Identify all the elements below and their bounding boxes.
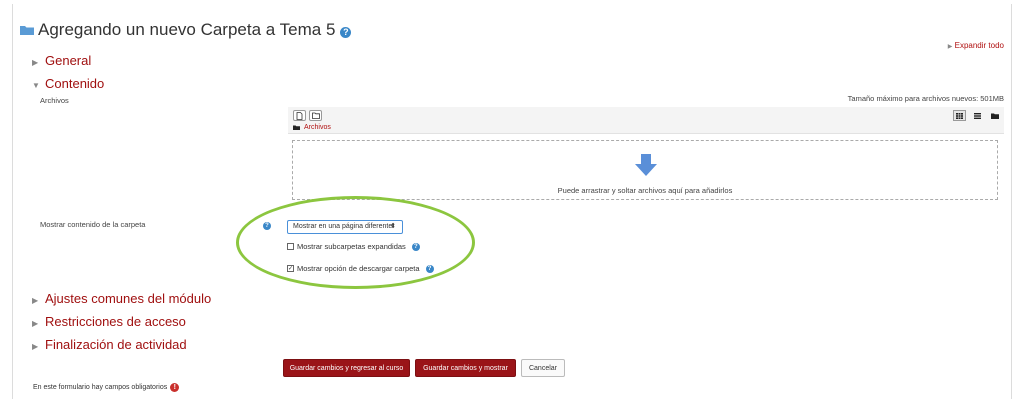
dropzone-text: Puede arrastrar y soltar archivos aquí p… — [557, 186, 733, 195]
list-icon — [974, 112, 981, 119]
section-restricciones[interactable]: ▶ Restricciones de acceso — [32, 314, 186, 329]
section-general[interactable]: ▶ General — [32, 53, 91, 68]
help-icon[interactable]: ? — [340, 26, 352, 38]
create-folder-button[interactable] — [309, 110, 322, 121]
download-arrow-icon — [635, 154, 657, 176]
section-ajustes-label: Ajustes comunes del módulo — [45, 291, 212, 306]
required-note-text: En este formulario hay campos obligatori… — [33, 384, 168, 391]
page-title-text: Agregando un nuevo Carpeta a Tema 5 — [38, 20, 336, 39]
caret-right-icon: ▶ — [32, 58, 39, 67]
caret-right-icon: ▶ — [32, 296, 39, 305]
required-icon: ! — [170, 383, 180, 392]
breadcrumb[interactable]: Archivos — [293, 124, 331, 131]
expand-all-label: Expandir todo — [954, 41, 1004, 50]
section-general-label: General — [45, 53, 92, 68]
folder-outline-icon — [311, 112, 320, 119]
view-icons-button[interactable] — [953, 110, 966, 121]
save-return-button[interactable]: Guardar cambios y regresar al curso — [283, 359, 410, 377]
folder-icon — [990, 113, 999, 119]
files-label: Archivos — [40, 96, 69, 105]
caret-right-icon: ▶ — [32, 319, 39, 328]
save-show-button[interactable]: Guardar cambios y mostrar — [415, 359, 516, 377]
folder-icon — [293, 125, 300, 130]
required-fields-note: En este formulario hay campos obligatori… — [33, 383, 180, 392]
caret-down-icon: ▼ — [32, 81, 40, 90]
add-file-button[interactable] — [293, 110, 306, 121]
caret-right-icon: ▶ — [32, 342, 39, 351]
section-finalizacion[interactable]: ▶ Finalización de actividad — [32, 337, 187, 352]
section-contenido[interactable]: ▼ Contenido — [32, 76, 104, 91]
view-list-button[interactable] — [971, 110, 984, 121]
cancel-button[interactable]: Cancelar — [521, 359, 565, 377]
view-tree-button[interactable] — [988, 110, 1001, 121]
section-restricciones-label: Restricciones de acceso — [45, 314, 186, 329]
file-icon — [296, 111, 303, 120]
grid-icon — [956, 112, 963, 119]
caret-right-icon: ▶ — [947, 44, 953, 50]
file-dropzone[interactable]: Puede arrastrar y soltar archivos aquí p… — [292, 140, 998, 200]
section-contenido-label: Contenido — [45, 76, 105, 91]
display-content-label: Mostrar contenido de la carpeta — [40, 220, 146, 229]
expand-all-link[interactable]: ▶ Expandir todo — [948, 41, 1004, 50]
section-finalizacion-label: Finalización de actividad — [45, 337, 187, 352]
max-file-size: Tamaño máximo para archivos nuevos: 501M… — [847, 94, 1004, 103]
section-ajustes[interactable]: ▶ Ajustes comunes del módulo — [32, 291, 211, 306]
filemanager-toolbar: Archivos — [288, 107, 1004, 134]
highlight-ellipse — [236, 196, 475, 289]
breadcrumb-root: Archivos — [304, 124, 331, 131]
page-title: Agregando un nuevo Carpeta a Tema 5 ? — [20, 20, 352, 40]
folder-icon — [20, 25, 34, 35]
